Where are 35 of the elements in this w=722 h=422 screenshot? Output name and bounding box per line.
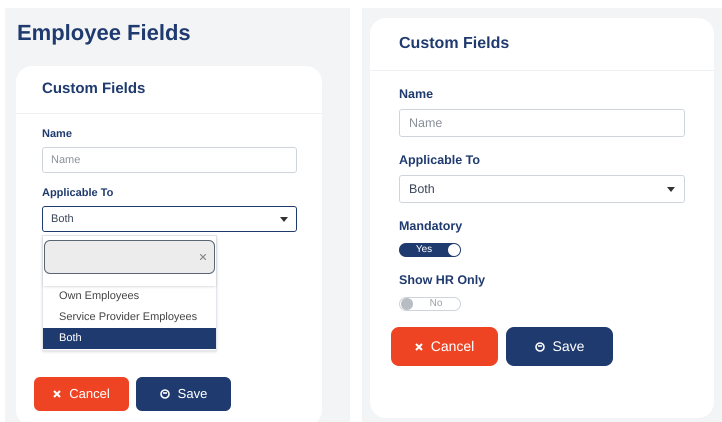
select-field[interactable]: Both: [399, 175, 685, 203]
page-title: Employee Fields: [17, 20, 192, 46]
save-button[interactable]: Save: [136, 377, 231, 411]
field-label: Name: [399, 87, 434, 102]
field-label: Applicable To: [42, 187, 114, 200]
cancel-button[interactable]: Cancel: [34, 377, 129, 411]
caret-icon: [667, 186, 675, 192]
dropdown-option[interactable]: Both: [43, 328, 216, 349]
cancel-button[interactable]: Cancel: [391, 327, 498, 366]
toggle-text: Yes: [414, 244, 434, 256]
toggle-switch[interactable]: Yes: [399, 243, 461, 257]
toggle-knob: [401, 298, 413, 310]
toggle-text: No: [428, 298, 444, 310]
close-icon: [414, 342, 423, 350]
card-title: Custom Fields: [399, 34, 510, 54]
field-label: Applicable To: [399, 153, 482, 168]
disk-icon: [534, 342, 545, 352]
save-button[interactable]: Save: [506, 327, 613, 366]
name-input[interactable]: Name: [42, 147, 297, 173]
disk-icon: [160, 389, 170, 399]
name-input[interactable]: Name: [399, 109, 685, 137]
clear-icon: [200, 254, 206, 260]
field-label: Name: [42, 128, 73, 141]
dropdown-option[interactable]: Service Provider Employees: [43, 307, 216, 328]
search-field[interactable]: [44, 240, 215, 274]
card-title: Custom Fields: [42, 79, 146, 100]
close-icon: [53, 390, 62, 398]
field-label: Show HR Only: [399, 273, 486, 288]
caret-icon: [280, 216, 288, 222]
select-value: Both: [409, 180, 435, 198]
select-value: Both: [51, 212, 74, 227]
toggle-knob: [448, 244, 460, 256]
dropdown-option[interactable]: Own Employees: [43, 286, 216, 307]
field-label: Mandatory: [399, 219, 464, 234]
select-field[interactable]: Both: [42, 206, 297, 232]
